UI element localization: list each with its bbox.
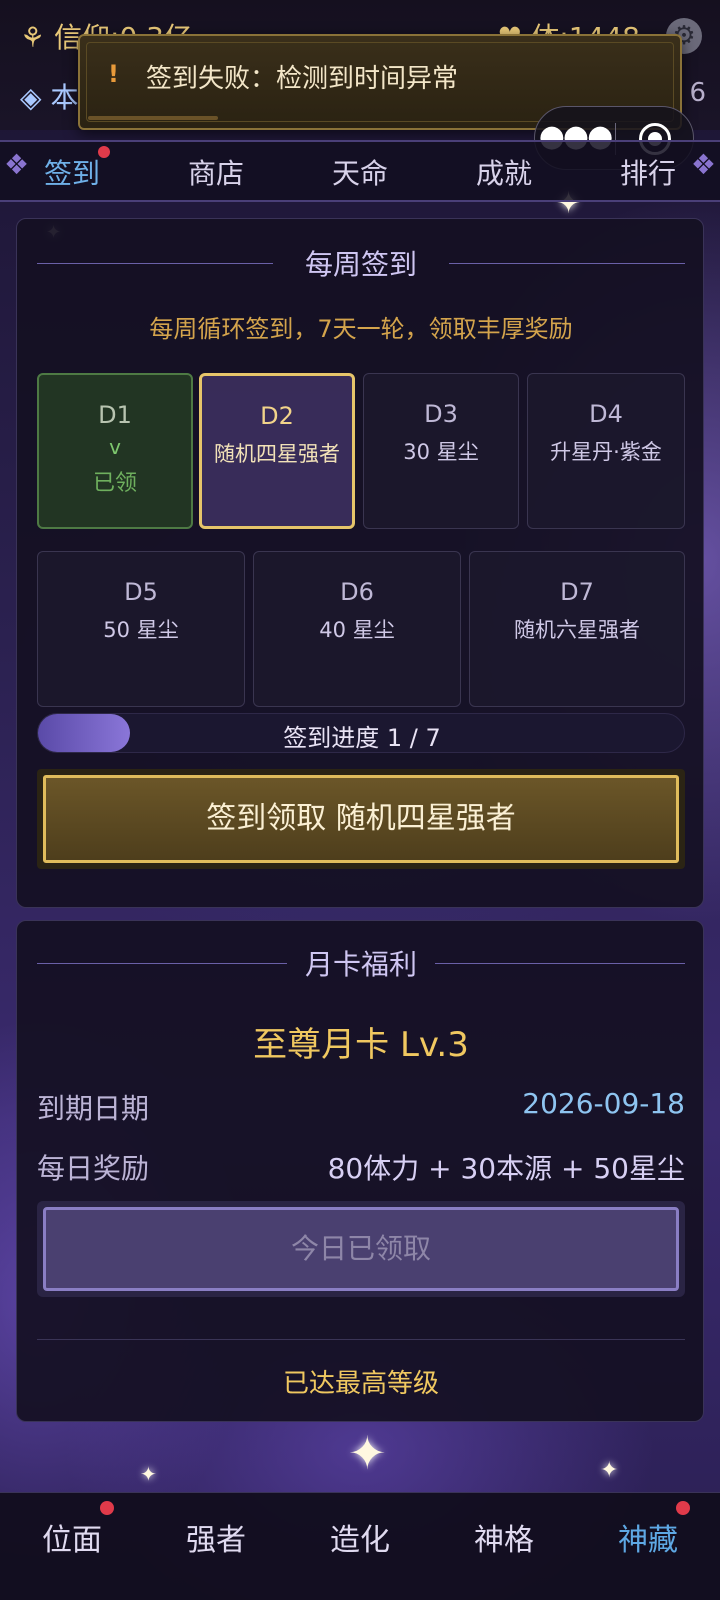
day-label: D3 <box>424 400 458 428</box>
day-reward: 30 星尘 <box>403 440 479 464</box>
monthly-card-level: 至尊月卡 Lv.3 <box>253 1025 469 1065</box>
resource-number: 6 <box>689 78 706 108</box>
day-reward: 升星丹·紫金 <box>550 440 662 464</box>
expiry-label: 到期日期 <box>37 1092 150 1125</box>
tab-achievements[interactable]: 成就 <box>432 152 576 192</box>
star-decoration: ✦ <box>348 1426 387 1480</box>
star-decoration: ✦ <box>140 1462 157 1486</box>
daily-reward-value: 80体力 + 30本源 + 50星尘 <box>327 1152 685 1185</box>
weekly-subtitle: 每周循环签到，7天一轮，领取丰厚奖励 <box>149 315 573 343</box>
day-label: D6 <box>340 578 374 606</box>
title-line-right <box>435 963 685 964</box>
expiry-value: 2026-09-18 <box>522 1087 685 1120</box>
day-label: D5 <box>124 578 158 606</box>
day-card-d5[interactable]: D5 50 星尘 <box>37 551 245 707</box>
tab-badge-dot <box>98 146 110 158</box>
tab-ranking[interactable]: 排行 <box>576 152 720 192</box>
day-reward: 随机四星强者 <box>214 442 340 466</box>
star-decoration: ✦ <box>600 1458 619 1483</box>
day-reward: 40 星尘 <box>319 618 395 642</box>
tab-checkin[interactable]: 签到 <box>0 152 144 192</box>
day-card-d6[interactable]: D6 40 星尘 <box>253 551 461 707</box>
check-mark-icon: v <box>109 435 121 459</box>
day-reward: 随机六星强者 <box>514 618 640 642</box>
wheat-icon: ⚘ <box>20 21 46 54</box>
day-card-d7[interactable]: D7 随机六星强者 <box>469 551 685 707</box>
day-label: D2 <box>260 402 294 430</box>
day-label: D4 <box>589 400 623 428</box>
nav-badge-dot <box>676 1501 690 1515</box>
day-card-d2[interactable]: D2 随机四星强者 <box>199 373 355 529</box>
claimed-today-button[interactable]: 今日已领取 <box>37 1201 685 1297</box>
origin-resource: ◈ 本 <box>20 76 78 116</box>
nav-treasury[interactable]: 神藏 <box>576 1515 720 1559</box>
monthly-card-panel: 月卡福利 至尊月卡 Lv.3 到期日期 2026-09-18 每日奖励 80体力… <box>16 920 704 1422</box>
claim-reward-button[interactable]: 签到领取 随机四星强者 <box>37 769 685 869</box>
top-tab-bar: ❖ ❖ 签到 商店 天命 成就 排行 <box>0 140 720 202</box>
claimed-button-label[interactable]: 今日已领取 <box>43 1207 679 1291</box>
title-line-right <box>449 263 685 264</box>
tab-shop[interactable]: 商店 <box>144 152 288 192</box>
weekly-checkin-panel: 每周签到 每周循环签到，7天一轮，领取丰厚奖励 D1 v 已领 D2 随机四星强… <box>16 218 704 908</box>
nav-heroes[interactable]: 强者 <box>144 1515 288 1559</box>
toast-message: 签到失败：检测到时间异常 <box>146 64 459 94</box>
warning-icon: ! <box>108 60 119 88</box>
daily-reward-label: 每日奖励 <box>37 1152 150 1185</box>
day-card-d3[interactable]: D3 30 星尘 <box>363 373 519 529</box>
day-label: D1 <box>98 401 132 429</box>
nav-badge-dot <box>100 1501 114 1515</box>
diamond-icon: ◈ <box>20 81 42 114</box>
progress-text: 签到进度 1 / 7 <box>283 724 441 752</box>
checkin-progress-bar: 签到进度 1 / 7 <box>37 713 685 753</box>
day-card-d1[interactable]: D1 v 已领 <box>37 373 193 529</box>
nav-plane[interactable]: 位面 <box>0 1515 144 1559</box>
section-divider <box>37 1339 685 1340</box>
max-level-text: 已达最高等级 <box>282 1369 439 1399</box>
day-reward: 50 星尘 <box>103 618 179 642</box>
claim-button-label[interactable]: 签到领取 随机四星强者 <box>43 775 679 863</box>
tab-destiny[interactable]: 天命 <box>288 152 432 192</box>
nav-divinity[interactable]: 神格 <box>432 1515 576 1559</box>
day-card-d4[interactable]: D4 升星丹·紫金 <box>527 373 685 529</box>
bottom-nav-bar: 位面 强者 造化 神格 神藏 <box>0 1492 720 1600</box>
toast-timer-bar <box>88 116 218 120</box>
origin-value: 本 <box>50 81 79 114</box>
nav-creation[interactable]: 造化 <box>288 1515 432 1559</box>
day-label: D7 <box>560 578 594 606</box>
claimed-status: 已领 <box>92 471 137 496</box>
